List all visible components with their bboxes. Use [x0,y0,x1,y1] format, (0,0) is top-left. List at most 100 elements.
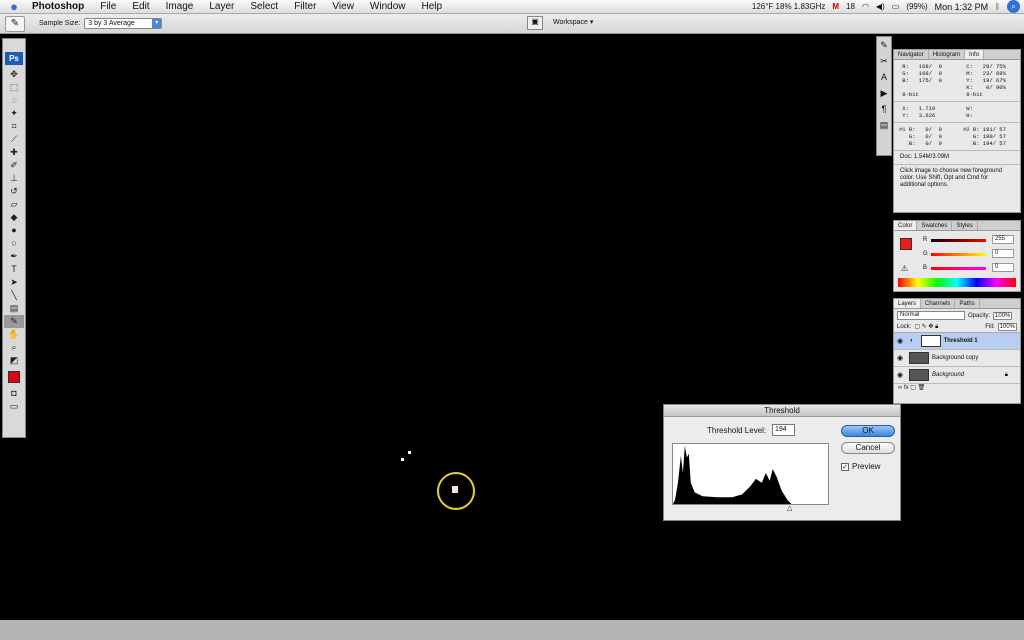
threshold-level-input[interactable]: 194 [772,424,795,436]
g-value[interactable]: 0 [992,249,1014,258]
mail-icon[interactable]: M [832,2,839,11]
character-panel-icon[interactable]: A [877,69,891,85]
zoom-tool-icon[interactable]: ⌕ [4,341,24,354]
crop-tool-icon[interactable]: ⌗ [4,120,24,133]
histogram[interactable] [672,443,829,505]
ps-logo[interactable]: Ps [5,52,23,65]
move-tool-icon[interactable]: ✥ [4,68,24,81]
history-brush-icon[interactable]: ↺ [4,185,24,198]
spotlight-icon[interactable]: ⌕ [1007,0,1020,13]
sample-size-select[interactable]: 3 by 3 Average ▾ [84,18,163,29]
screen-mode-icon[interactable]: ▭ [4,400,24,413]
menu-file[interactable]: File [92,1,124,12]
layer-row[interactable]: ◉ Background 🔒︎ [894,367,1020,384]
dodge-tool-icon[interactable]: ○ [4,237,24,250]
link-icon[interactable]: ∞ [898,385,902,391]
battery-icon[interactable]: ▭ [892,2,900,11]
tab-styles[interactable]: Styles [952,221,978,230]
r-slider[interactable] [931,239,986,242]
dialog-title[interactable]: Threshold [664,405,900,417]
shape-tool-icon[interactable]: ╲ [4,289,24,302]
volume-icon[interactable]: ◀) [876,2,885,11]
default-colors-icon[interactable]: ◩ [4,354,24,367]
blur-tool-icon[interactable]: ● [4,224,24,237]
path-select-icon[interactable]: ➤ [4,276,24,289]
eyedropper-tool-preset-icon[interactable]: ✎ [5,15,25,32]
gamut-warning-icon[interactable]: ⚠ [901,264,908,273]
cancel-button[interactable]: Cancel [841,442,895,454]
opacity-field[interactable]: 100% [993,311,1013,320]
eye-icon[interactable]: ◉ [894,354,906,362]
new-layer-icon[interactable]: ▢ [910,385,916,391]
actions-panel-icon[interactable]: ▶ [877,85,891,101]
eyedropper-tool-icon[interactable]: ✎ [4,315,24,328]
workspace-menu[interactable]: Workspace ▾ [553,18,593,26]
b-slider[interactable] [931,267,986,270]
layer-comps-icon[interactable]: ▤ [877,117,891,133]
cpu-status[interactable]: 126°F 18% 1.83GHz [752,2,825,11]
pen-tool-icon[interactable]: ✒ [4,250,24,263]
tab-histogram[interactable]: Histogram [929,50,966,59]
lock-icon[interactable]: ▢ ✎ ✥ 🔒︎ [914,323,938,331]
tab-channels[interactable]: Channels [921,299,956,308]
layer-name[interactable]: Background [932,372,964,378]
menu-select[interactable]: Select [242,1,286,12]
menu-filter[interactable]: Filter [286,1,324,12]
menu-layer[interactable]: Layer [201,1,242,12]
marquee-tool-icon[interactable]: ⬚ [4,81,24,94]
blend-mode-select[interactable]: Normal [897,311,965,320]
b-value[interactable]: 0 [992,263,1014,272]
tool-presets-icon[interactable]: ✂ [877,53,891,69]
layer-name[interactable]: Threshold 1 [944,338,978,344]
magic-wand-icon[interactable]: ✦ [4,107,24,120]
apple-menu-icon[interactable]: ● [0,0,28,14]
menu-app[interactable]: Photoshop [28,1,92,12]
color-ramp[interactable] [898,278,1016,287]
hand-tool-icon[interactable]: ✋ [4,328,24,341]
paragraph-panel-icon[interactable]: ¶ [877,101,891,117]
r-value[interactable]: 255 [992,235,1014,244]
layer-mask-thumbnail[interactable] [920,335,941,347]
preview-option[interactable]: ✓ Preview [841,462,880,471]
menu-edit[interactable]: Edit [124,1,157,12]
threshold-slider-handle-icon[interactable]: △ [787,504,792,512]
tab-color[interactable]: Color [894,221,918,230]
lasso-tool-icon[interactable]: ◌ [4,94,24,107]
eye-icon[interactable]: ◉ [894,371,906,379]
color-fg-swatch[interactable] [900,238,912,250]
slice-tool-icon[interactable]: ⟋ [4,133,24,146]
ok-button[interactable]: OK [841,425,895,437]
eraser-tool-icon[interactable]: ▱ [4,198,24,211]
menu-window[interactable]: Window [362,1,414,12]
paint-bucket-icon[interactable]: ◆ [4,211,24,224]
tab-paths[interactable]: Paths [955,299,980,308]
trash-icon[interactable]: 🗑︎ [918,385,926,391]
tab-navigator[interactable]: Navigator [894,50,929,59]
layer-name[interactable]: Background copy [932,355,978,361]
fx-icon[interactable]: fx [904,385,909,391]
preview-checkbox[interactable]: ✓ [841,462,849,471]
palette-well-icon[interactable]: ▣ [527,16,543,30]
fill-field[interactable]: 100% [997,323,1017,331]
menu-view[interactable]: View [324,1,362,12]
tab-info[interactable]: Info [965,50,985,59]
foreground-color-swatch[interactable] [8,371,20,383]
healing-brush-icon[interactable]: ✚ [4,146,24,159]
stamp-tool-icon[interactable]: ⊥ [4,172,24,185]
bluetooth-icon[interactable]: ᛒ [995,2,1000,11]
menu-help[interactable]: Help [414,1,451,12]
quick-mask-icon[interactable]: ◘ [4,387,24,400]
menu-image[interactable]: Image [158,1,202,12]
layer-row[interactable]: ◉ ◐ Threshold 1 [894,333,1020,350]
eye-icon[interactable]: ◉ [894,337,906,345]
tab-swatches[interactable]: Swatches [917,221,953,230]
clock[interactable]: Mon 1:32 PM [935,2,989,12]
brush-tool-icon[interactable]: ✐ [4,159,24,172]
type-tool-icon[interactable]: T [4,263,24,276]
g-slider[interactable] [931,253,986,256]
wifi-icon[interactable]: ◠ [862,2,869,11]
brushes-panel-icon[interactable]: ✎ [877,37,891,53]
tab-layers[interactable]: Layers [894,299,922,308]
layer-row[interactable]: ◉ Background copy [894,350,1020,367]
notes-tool-icon[interactable]: ▤ [4,302,24,315]
